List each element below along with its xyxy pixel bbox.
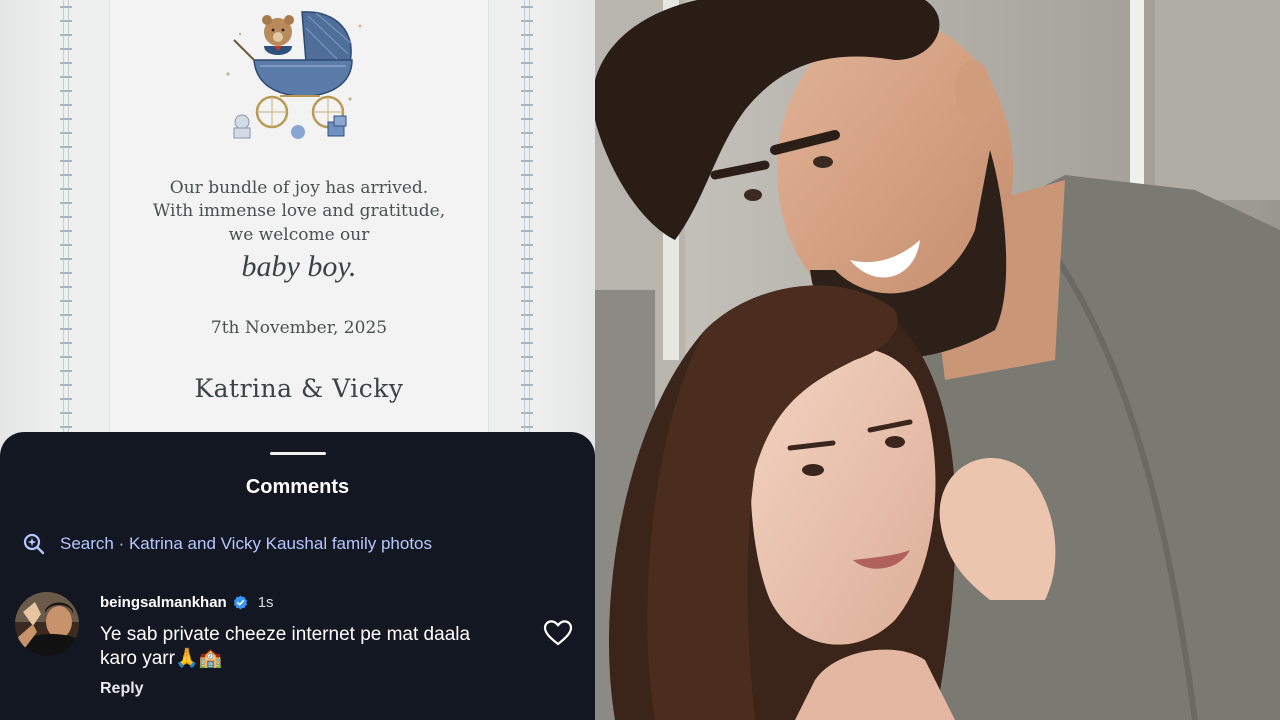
couple-photo bbox=[595, 0, 1280, 720]
search-sparkle-icon bbox=[23, 533, 45, 555]
comment-header: beingsalmankhan 1s bbox=[100, 594, 274, 611]
sheet-drag-handle[interactable] bbox=[270, 452, 326, 455]
invitation-date: 7th November, 2025 bbox=[210, 318, 388, 338]
search-suggestion-text: Search · Katrina and Vicky Kaushal famil… bbox=[60, 534, 432, 553]
comment-text: Ye sab private cheeze internet pe mat da… bbox=[100, 624, 471, 669]
search-suggestion[interactable]: Search · Katrina and Vicky Kaushal famil… bbox=[22, 532, 432, 556]
teddy-stroller-illustration-icon bbox=[226, 11, 362, 139]
invitation-backdrop: Our bundle of joy has arrived. With imme… bbox=[0, 0, 595, 450]
comment-timestamp: 1s bbox=[257, 594, 274, 611]
heart-icon[interactable] bbox=[543, 619, 573, 647]
avatar[interactable] bbox=[15, 592, 79, 656]
invitation-names: Katrina & Vicky bbox=[194, 374, 404, 403]
invitation-panel: Our bundle of joy has arrived. With imme… bbox=[0, 0, 595, 720]
comments-sheet: Comments Search · Katrina and Vicky Kaus… bbox=[0, 432, 595, 720]
invitation-line-2: With immense love and gratitude, bbox=[152, 201, 446, 221]
couple-photo-illustration bbox=[595, 0, 1280, 720]
sheet-title: Comments bbox=[245, 476, 350, 498]
decorative-border-right bbox=[521, 0, 533, 440]
reply-button[interactable]: Reply bbox=[100, 680, 144, 698]
invitation-line-1: Our bundle of joy has arrived. bbox=[169, 178, 429, 198]
comment-username[interactable]: beingsalmankhan bbox=[100, 594, 227, 611]
decorative-border-left bbox=[60, 0, 72, 440]
invitation-highlight: baby boy. bbox=[241, 250, 357, 283]
invitation-line-3: we welcome our bbox=[228, 225, 370, 245]
avatar-image bbox=[15, 592, 79, 656]
verified-badge-icon bbox=[233, 595, 247, 610]
